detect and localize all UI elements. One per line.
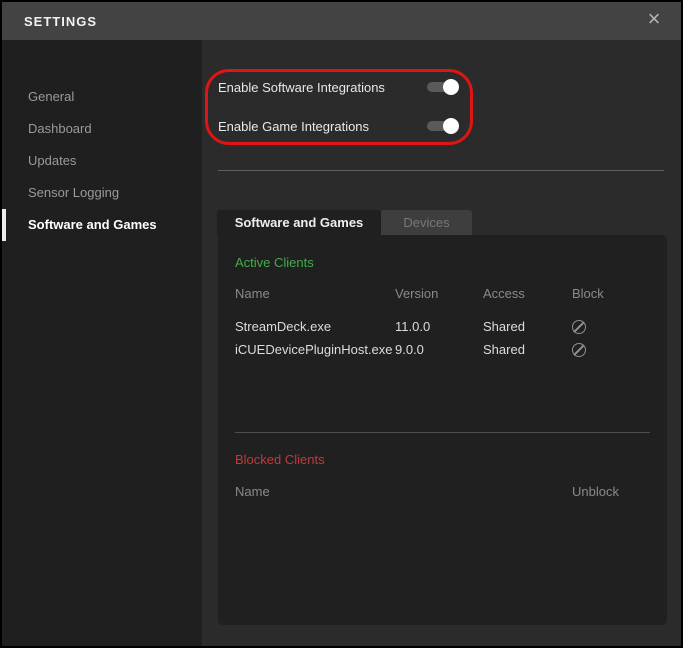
table-row: StreamDeck.exe 11.0.0 Shared — [235, 318, 650, 335]
sidebar-item-software-and-games[interactable]: Software and Games — [2, 209, 202, 241]
settings-window: SETTINGS × General Dashboard Updates Sen… — [0, 0, 683, 648]
column-header-name: Name — [235, 484, 395, 499]
sidebar: General Dashboard Updates Sensor Logging… — [2, 40, 202, 646]
blocked-clients-title: Blocked Clients — [235, 452, 325, 467]
client-name: StreamDeck.exe — [235, 319, 395, 334]
active-clients-header-row: Name Version Access Block — [235, 286, 650, 301]
client-access: Shared — [483, 342, 572, 357]
window-body: General Dashboard Updates Sensor Logging… — [2, 40, 681, 646]
close-icon[interactable]: × — [643, 10, 665, 32]
column-header-version: Version — [395, 286, 483, 301]
tab-devices[interactable]: Devices — [381, 210, 472, 235]
section-divider — [218, 170, 664, 171]
game-integrations-toggle[interactable] — [427, 121, 457, 131]
toggle-knob — [443, 118, 459, 134]
software-integrations-label: Enable Software Integrations — [218, 80, 385, 95]
table-row: iCUEDevicePluginHost.exe 9.0.0 Shared — [235, 341, 650, 358]
clients-panel: Active Clients Name Version Access Block… — [218, 235, 667, 625]
software-integrations-row: Enable Software Integrations — [218, 76, 457, 98]
sidebar-item-dashboard[interactable]: Dashboard — [2, 113, 202, 145]
software-integrations-toggle[interactable] — [427, 82, 457, 92]
blocked-section-divider — [235, 432, 650, 433]
game-integrations-label: Enable Game Integrations — [218, 119, 369, 134]
client-version: 9.0.0 — [395, 342, 483, 357]
sidebar-item-general[interactable]: General — [2, 81, 202, 113]
sidebar-item-sensor-logging[interactable]: Sensor Logging — [2, 177, 202, 209]
tab-software-and-games[interactable]: Software and Games — [217, 210, 381, 235]
client-tabs: Software and Games Devices — [217, 210, 472, 235]
window-title: SETTINGS — [24, 14, 97, 29]
client-version: 11.0.0 — [395, 319, 483, 334]
no-entry-icon[interactable] — [572, 320, 586, 334]
sidebar-item-updates[interactable]: Updates — [2, 145, 202, 177]
toggle-knob — [443, 79, 459, 95]
active-clients-title: Active Clients — [235, 255, 314, 270]
column-header-name: Name — [235, 286, 395, 301]
settings-content: Enable Software Integrations Enable Game… — [202, 40, 681, 646]
title-bar: SETTINGS × — [2, 2, 681, 40]
column-header-unblock: Unblock — [572, 484, 650, 499]
column-header-block: Block — [572, 286, 650, 301]
blocked-clients-header-row: Name Unblock — [235, 484, 650, 499]
client-name: iCUEDevicePluginHost.exe — [235, 342, 395, 357]
no-entry-icon[interactable] — [572, 343, 586, 357]
column-header-access: Access — [483, 286, 572, 301]
client-access: Shared — [483, 319, 572, 334]
game-integrations-row: Enable Game Integrations — [218, 115, 457, 137]
